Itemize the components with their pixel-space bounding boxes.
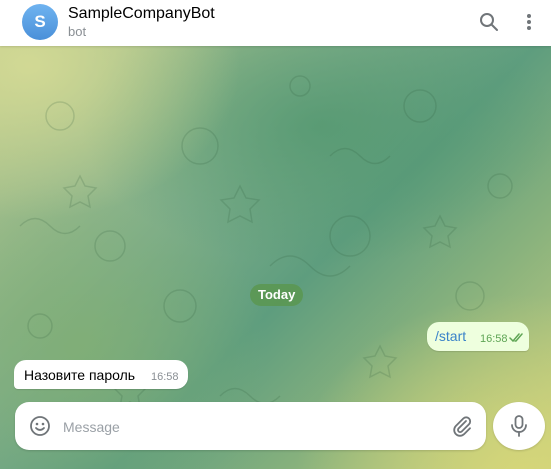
attach-button[interactable]: [451, 414, 473, 443]
message-composer: [15, 402, 486, 450]
search-button[interactable]: [475, 8, 503, 36]
more-options-button[interactable]: [515, 8, 543, 36]
paperclip-icon: [453, 416, 472, 437]
incoming-message[interactable]: Назовите пароль 16:58: [14, 360, 188, 389]
voice-record-button[interactable]: [493, 402, 545, 450]
more-vertical-icon: [527, 14, 531, 30]
outgoing-message[interactable]: /start 16:58: [427, 322, 529, 351]
emoji-button[interactable]: [29, 415, 51, 442]
message-input[interactable]: [61, 414, 445, 440]
date-separator: Today: [250, 284, 304, 306]
search-icon: [480, 13, 498, 31]
chat-header: S SampleCompanyBot bot: [0, 0, 551, 46]
message-text[interactable]: Назовите пароль: [24, 367, 135, 383]
message-time: 16:58: [151, 371, 179, 383]
chat-title[interactable]: SampleCompanyBot: [68, 5, 215, 23]
microphone-icon: [511, 415, 527, 437]
double-check-icon: [509, 333, 523, 343]
message-time: 16:58: [480, 333, 508, 345]
chat-subtitle: bot: [68, 24, 87, 39]
emoji-icon: [30, 416, 50, 436]
message-text[interactable]: /start: [435, 328, 466, 344]
avatar[interactable]: S: [22, 4, 58, 40]
